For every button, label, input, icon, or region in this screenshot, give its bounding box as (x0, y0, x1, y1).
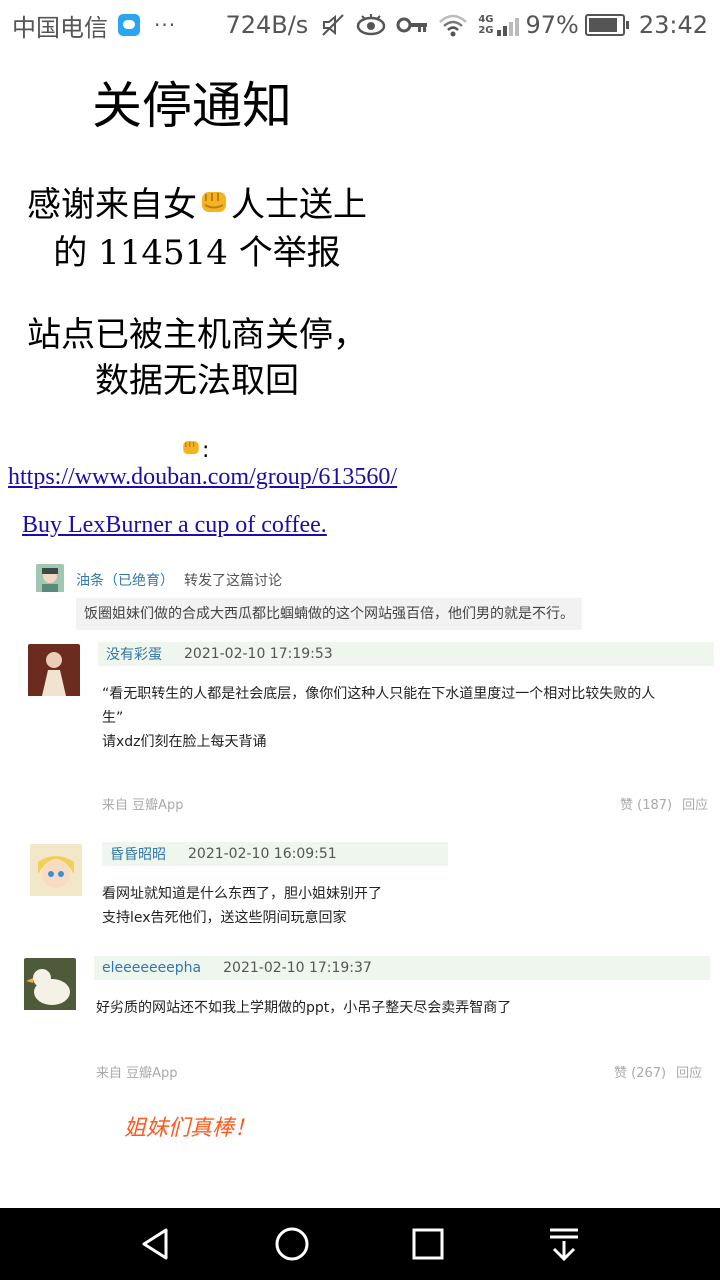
comment-user: 昏昏昭昭 (110, 847, 166, 863)
shutdown-text: 站点已被主机商关停， (27, 315, 367, 355)
comment-avatar (30, 844, 82, 900)
notification-pull-button[interactable] (542, 1222, 586, 1266)
comment-avatar (28, 644, 80, 700)
comment-time: 2021-02-10 17:19:37 (223, 960, 372, 976)
reply-button[interactable]: 回应 (676, 1066, 702, 1081)
comment-source: 来自 豆瓣App (102, 798, 184, 813)
message-app-icon (118, 14, 140, 36)
forward-avatar (36, 564, 64, 596)
pull-down-icon (550, 1228, 578, 1262)
network-type: 4G 2G (478, 14, 494, 36)
fist-emoji-icon (197, 184, 231, 230)
home-icon (275, 1227, 309, 1261)
comment-body: “看无职转生的人都是社会底层，像你们这种人只能在下水道里度过一个相对比较失败的人… (102, 686, 656, 750)
comment-header: eleeeeeeepha 2021-02-10 17:19:37 (94, 956, 710, 980)
wifi-icon (438, 13, 468, 37)
shutdown-paragraph: 站点已被主机商关停， 数据无法取回 (12, 312, 382, 404)
reply-button[interactable]: 回应 (682, 798, 708, 813)
key-icon (396, 15, 428, 35)
comment-actions: 赞 (267) 回应 (614, 1062, 702, 1081)
cheer-caption: 姐妹们真棒！ (124, 1116, 257, 1141)
comment-time: 2021-02-10 17:19:53 (184, 646, 333, 662)
comment-time: 2021-02-10 16:09:51 (188, 846, 337, 862)
small-fist-emoji-icon (180, 436, 202, 464)
back-button[interactable] (134, 1222, 178, 1266)
like-button[interactable]: 赞 (267) (614, 1066, 666, 1081)
status-bar: 中国电信 ··· 724B/s 4G 2G 97% 23:42 (0, 0, 720, 50)
clock: 23:42 (638, 11, 708, 39)
signal-bars-icon (495, 14, 520, 36)
mute-icon (320, 12, 346, 38)
page-title: 关停通知 (92, 77, 292, 135)
carrier-name: 中国电信 (12, 13, 108, 42)
comment-avatar (24, 958, 76, 1014)
thanks-text-b: 人士送上 (231, 185, 367, 225)
comment-actions: 赞 (187) 回应 (620, 794, 708, 813)
battery-icon (584, 14, 629, 36)
forward-action: 转发了这篇讨论 (184, 573, 282, 589)
thanks-count-text: 的 114514 个举报 (53, 233, 341, 273)
comment-body: 看网址就知道是什么东西了，胆小姐妹别开了 支持lex告死他们，送这些阴间玩意回家 (102, 886, 382, 926)
comment-user: 没有彩蛋 (106, 647, 162, 663)
comment-source: 来自 豆瓣App (96, 1066, 178, 1081)
navigation-bar (0, 1208, 720, 1280)
thanks-paragraph: 感谢来自女 人士送上 的 114514 个举报 (12, 182, 382, 276)
network-speed: 724B/s (225, 11, 309, 39)
more-notifications-icon: ··· (154, 13, 177, 37)
source-label: : (180, 436, 209, 464)
thanks-text-a: 感谢来自女 (27, 185, 197, 225)
forward-user: 油条（已绝育） (76, 573, 174, 589)
forward-row: 油条（已绝育） 转发了这篇讨论 (36, 564, 282, 596)
douban-screenshot: 油条（已绝育） 转发了这篇讨论 饭圈姐妹们做的合成大西瓜都比蝈蝻做的这个网站强百… (0, 556, 720, 1141)
comment-body: 好劣质的网站还不如我上学期做的ppt，小吊子整天尽会卖弄智商了 (96, 1000, 512, 1016)
source-colon: : (202, 437, 210, 463)
douban-group-link[interactable]: https://www.douban.com/group/613560/ (8, 464, 397, 491)
battery-percentage: 97% (525, 11, 579, 39)
comment-header: 没有彩蛋 2021-02-10 17:19:53 (98, 642, 714, 666)
eye-icon (356, 13, 386, 37)
back-icon (142, 1228, 168, 1260)
data-lost-text: 数据无法取回 (95, 361, 299, 401)
coffee-link[interactable]: Buy LexBurner a cup of coffee. (22, 512, 327, 539)
screen: 中国电信 ··· 724B/s 4G 2G 97% 23:42 关停通知 感谢来… (0, 0, 720, 1280)
comment-header: 昏昏昭昭 2021-02-10 16:09:51 (102, 842, 448, 866)
forward-quote: 饭圈姐妹们做的合成大西瓜都比蝈蝻做的这个网站强百倍，他们男的就是不行。 (76, 598, 582, 630)
home-button[interactable] (270, 1222, 314, 1266)
recents-icon (412, 1228, 444, 1260)
comment-user: eleeeeeeepha (102, 960, 202, 976)
like-button[interactable]: 赞 (187) (620, 798, 672, 813)
recents-button[interactable] (406, 1222, 450, 1266)
